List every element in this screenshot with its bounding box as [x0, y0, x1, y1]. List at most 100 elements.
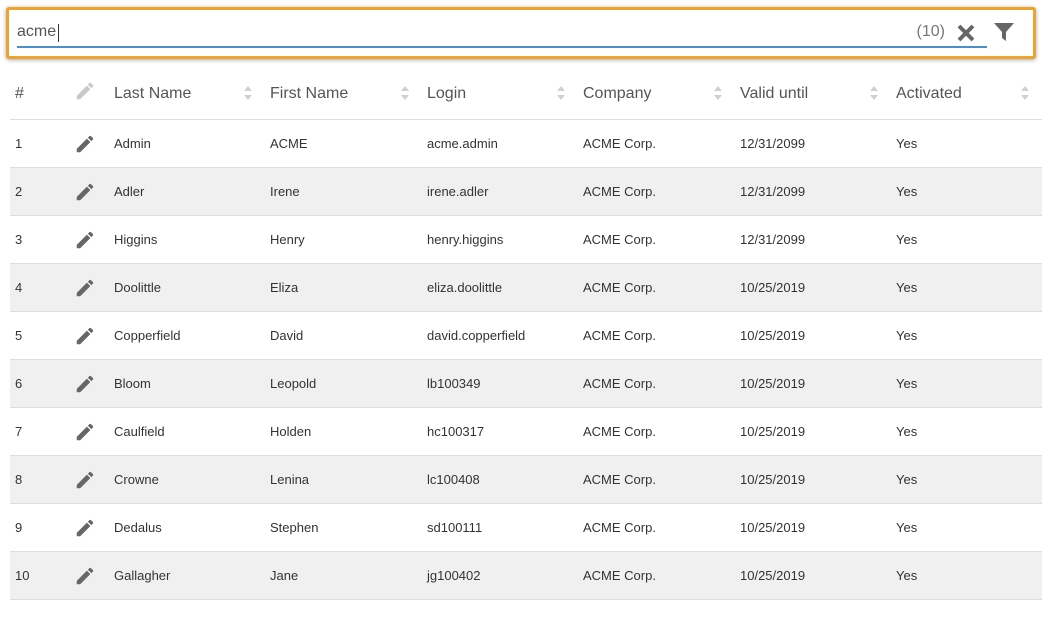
cell-valid-until: 10/25/2019	[735, 407, 891, 456]
cell-num: 4	[10, 263, 69, 312]
table-row[interactable]: 6 Bloom Leopold lb100349 ACME Corp. 10/2…	[10, 359, 1042, 408]
sort-icon	[714, 86, 722, 100]
cell-num: 3	[10, 215, 69, 264]
table-row[interactable]: 9 Dedalus Stephen sd100111 ACME Corp. 10…	[10, 503, 1042, 552]
sort-icon	[401, 86, 409, 100]
cell-last-name: Adler	[109, 167, 265, 216]
filter-button[interactable]	[993, 21, 1015, 43]
sort-icon	[870, 86, 878, 100]
cell-company: ACME Corp.	[578, 503, 735, 552]
cell-num: 9	[10, 503, 69, 552]
cell-edit	[69, 455, 109, 504]
pencil-icon[interactable]	[74, 565, 96, 587]
sort-icon	[1021, 86, 1029, 100]
cell-activated: Yes	[891, 359, 1042, 408]
cell-company: ACME Corp.	[578, 167, 735, 216]
cell-activated: Yes	[891, 215, 1042, 264]
table-row[interactable]: 7 Caulfield Holden hc100317 ACME Corp. 1…	[10, 407, 1042, 456]
cell-edit	[69, 263, 109, 312]
cell-activated: Yes	[891, 263, 1042, 312]
pencil-icon[interactable]	[74, 181, 96, 203]
cell-last-name: Bloom	[109, 359, 265, 408]
cell-company: ACME Corp.	[578, 359, 735, 408]
cell-num: 10	[10, 551, 69, 600]
cell-edit	[69, 311, 109, 360]
cell-valid-until: 12/31/2099	[735, 119, 891, 168]
cell-valid-until: 12/31/2099	[735, 167, 891, 216]
column-header-company[interactable]: Company	[578, 68, 735, 120]
table-row[interactable]: 4 Doolittle Eliza eliza.doolittle ACME C…	[10, 263, 1042, 312]
cell-edit	[69, 551, 109, 600]
pencil-icon[interactable]	[74, 325, 96, 347]
cell-company: ACME Corp.	[578, 215, 735, 264]
cell-login: jg100402	[422, 551, 578, 600]
column-header-activated[interactable]: Activated	[891, 68, 1042, 120]
pencil-icon[interactable]	[74, 517, 96, 539]
cell-last-name: Copperfield	[109, 311, 265, 360]
table-row[interactable]: 2 Adler Irene irene.adler ACME Corp. 12/…	[10, 167, 1042, 216]
pencil-icon[interactable]	[74, 229, 96, 251]
column-header-last-name[interactable]: Last Name	[109, 68, 265, 120]
pencil-icon[interactable]	[74, 469, 96, 491]
cell-first-name: Eliza	[265, 263, 422, 312]
result-count: (10)	[916, 23, 945, 40]
cell-num: 8	[10, 455, 69, 504]
pencil-icon[interactable]	[74, 421, 96, 443]
cell-first-name: Irene	[265, 167, 422, 216]
pencil-icon[interactable]	[74, 373, 96, 395]
column-header-first-name[interactable]: First Name	[265, 68, 422, 120]
pencil-icon	[76, 82, 94, 100]
cell-company: ACME Corp.	[578, 311, 735, 360]
cell-first-name: Henry	[265, 215, 422, 264]
table-row[interactable]: 8 Crowne Lenina lc100408 ACME Corp. 10/2…	[10, 455, 1042, 504]
cell-login: eliza.doolittle	[422, 263, 578, 312]
cell-first-name: ACME	[265, 119, 422, 168]
table-row[interactable]: 5 Copperfield David david.copperfield AC…	[10, 311, 1042, 360]
cell-login: henry.higgins	[422, 215, 578, 264]
cell-last-name: Crowne	[109, 455, 265, 504]
pencil-icon[interactable]	[74, 277, 96, 299]
pencil-icon[interactable]	[74, 133, 96, 155]
cell-last-name: Caulfield	[109, 407, 265, 456]
cell-activated: Yes	[891, 455, 1042, 504]
cell-first-name: David	[265, 311, 422, 360]
cell-activated: Yes	[891, 503, 1042, 552]
clear-search-button[interactable]	[955, 22, 977, 44]
table-row[interactable]: 3 Higgins Henry henry.higgins ACME Corp.…	[10, 215, 1042, 264]
cell-login: lc100408	[422, 455, 578, 504]
cell-valid-until: 10/25/2019	[735, 503, 891, 552]
column-header-login[interactable]: Login	[422, 68, 578, 120]
cell-login: david.copperfield	[422, 311, 578, 360]
cell-company: ACME Corp.	[578, 407, 735, 456]
cell-activated: Yes	[891, 551, 1042, 600]
cell-company: ACME Corp.	[578, 263, 735, 312]
cell-activated: Yes	[891, 407, 1042, 456]
cell-valid-until: 10/25/2019	[735, 263, 891, 312]
cell-activated: Yes	[891, 311, 1042, 360]
cell-edit	[69, 167, 109, 216]
search-input[interactable]	[17, 18, 987, 48]
users-table: # Last Name First Name Login Company Val…	[10, 68, 1042, 600]
cell-valid-until: 10/25/2019	[735, 455, 891, 504]
table-row[interactable]: 1 Admin ACME acme.admin ACME Corp. 12/31…	[10, 119, 1042, 168]
cell-company: ACME Corp.	[578, 119, 735, 168]
sort-icon	[557, 86, 565, 100]
text-caret	[58, 24, 59, 42]
cell-valid-until: 10/25/2019	[735, 311, 891, 360]
cell-first-name: Jane	[265, 551, 422, 600]
cell-company: ACME Corp.	[578, 551, 735, 600]
cell-first-name: Stephen	[265, 503, 422, 552]
cell-edit	[69, 407, 109, 456]
cell-last-name: Dedalus	[109, 503, 265, 552]
cell-login: irene.adler	[422, 167, 578, 216]
cell-activated: Yes	[891, 167, 1042, 216]
cell-last-name: Admin	[109, 119, 265, 168]
table-row[interactable]: 10 Gallagher Jane jg100402 ACME Corp. 10…	[10, 551, 1042, 600]
cell-edit	[69, 215, 109, 264]
cell-last-name: Gallagher	[109, 551, 265, 600]
cell-edit	[69, 503, 109, 552]
column-header-valid-until[interactable]: Valid until	[735, 68, 891, 120]
cell-first-name: Lenina	[265, 455, 422, 504]
cell-valid-until: 10/25/2019	[735, 359, 891, 408]
close-icon	[957, 24, 975, 42]
